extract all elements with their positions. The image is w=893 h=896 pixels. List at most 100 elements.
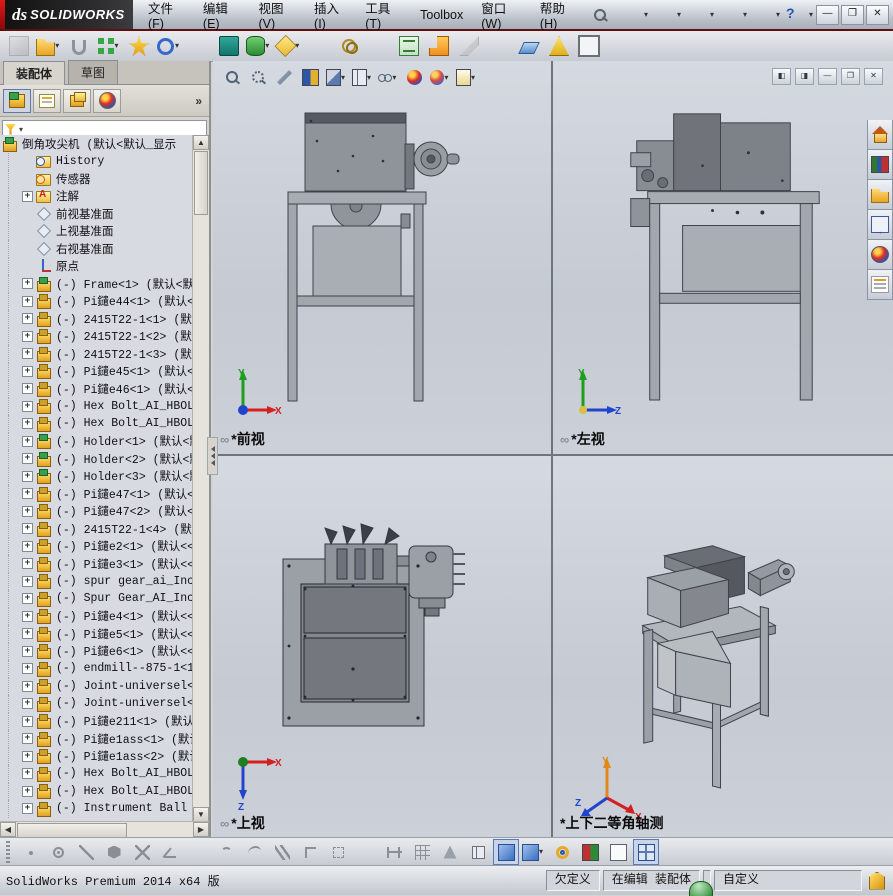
tree-root-item[interactable]: 倒角攻尖机 (默认<默认_显示 [0,135,192,153]
expander-icon[interactable] [22,330,33,342]
corner-rectangle-icon[interactable]: ▾ [297,839,323,865]
show-hidden-components-button[interactable]: ▾ [215,32,243,60]
menu-item[interactable]: 帮助(H) [531,0,587,35]
tree-horizontal-scrollbar[interactable]: ◀ ▶ [0,821,209,838]
appearances-scenes-tab[interactable] [867,240,893,270]
tree-item[interactable]: 传感器 [0,170,192,188]
viewport-front[interactable]: ▾ ▾ ▾ ▾ ▾ Y X ∞ *前视 [213,61,551,454]
smart-dimension-icon[interactable]: ▾ [381,839,407,865]
dropdown-caret-icon[interactable]: ▾ [115,36,122,56]
tree-item[interactable]: (-) Instrument Ball Bea [0,800,192,818]
tree-item[interactable]: (-) Holder<2> (默认<默认 [0,450,192,468]
document-tab[interactable]: 草图 [68,60,119,84]
dropdown-caret-icon[interactable]: ▾ [710,5,717,25]
bill-of-materials-button[interactable]: ▾ [395,32,423,60]
section-view-icon[interactable]: ▾ [325,66,348,89]
sketch-chamfer-icon[interactable]: ▾ [157,839,183,865]
filter-caret-icon[interactable]: ▾ [19,125,23,134]
separator[interactable]: ▾ [185,839,211,865]
tree-vertical-scrollbar[interactable]: ▲ ▼ [192,135,209,822]
shaded-display-icon[interactable]: ▾ [493,839,519,865]
restore-viewport-icon[interactable]: ❐ [841,68,860,85]
expander-icon[interactable] [22,645,33,657]
exploded-view-button[interactable]: ▾ [425,32,453,60]
scroll-right-arrow[interactable]: ▶ [193,822,209,837]
design-library-tab[interactable] [867,150,893,180]
close-viewport-icon[interactable]: ✕ [864,68,883,85]
dock-right-icon[interactable]: ◨ [795,68,814,85]
expander-icon[interactable] [22,418,33,430]
separator[interactable]: ▾ [365,32,393,60]
expander-icon[interactable] [22,470,33,482]
expander-icon[interactable] [22,348,33,360]
scroll-up-arrow[interactable]: ▲ [193,135,209,150]
tree-item[interactable]: 注解 [0,187,192,205]
dropdown-caret-icon[interactable]: ▾ [539,842,546,862]
insert-component-button[interactable]: ▾ [5,32,33,60]
tree-item[interactable]: (-) endmill--875-1<1> ( [0,660,192,678]
tree-item[interactable]: (-) Pi鑓e6<1> (默认<<默 [0,642,192,660]
panel-splitter-handle[interactable] [207,437,218,475]
restore-button[interactable]: ❐ [841,4,864,25]
scroll-left-arrow[interactable]: ◀ [0,822,16,837]
expander-icon[interactable] [22,313,33,325]
mate-button[interactable]: ▾ [65,32,93,60]
tree-item[interactable]: (-) Hex Bolt_AI_HBOLT 0 [0,782,192,800]
expander-icon[interactable] [22,785,33,797]
dropdown-caret-icon[interactable]: ▾ [392,68,399,88]
expander-icon[interactable] [22,190,33,202]
close-button[interactable]: ✕ [866,4,889,25]
grid-snap-icon[interactable]: ▾ [409,839,435,865]
expander-icon[interactable] [22,575,33,587]
dropdown-caret-icon[interactable]: ▾ [677,5,684,25]
tree-item[interactable]: 上视基准面 [0,222,192,240]
parallel-relation-icon[interactable]: ▾ [269,839,295,865]
configurationmanager-tab[interactable] [63,88,91,113]
minimize-button[interactable]: — [816,4,839,25]
take-snapshot-button[interactable]: ▾ [575,32,603,60]
featuremanager-tree-tab[interactable] [3,88,31,113]
tree-item[interactable]: (-) Pi鑓e4<1> (默认<<默 [0,607,192,625]
displaymanager-tab[interactable] [93,88,121,113]
spline-tool-icon[interactable]: ▾ [241,839,267,865]
explode-line-sketch-button[interactable]: ▾ [455,32,483,60]
dropdown-caret-icon[interactable]: ▾ [471,68,477,88]
expander-icon[interactable] [22,680,33,692]
tree-item[interactable]: (-) spur gear_ai_Inch - [0,572,192,590]
circle-tool-icon[interactable]: ▾ [45,839,71,865]
dropdown-caret-icon[interactable]: ▾ [776,5,783,25]
document-tab[interactable]: 装配体 [3,61,66,85]
separator[interactable]: ▾ [305,32,333,60]
expander-icon[interactable] [22,505,33,517]
curvature-display-icon[interactable]: ▾ [549,839,575,865]
instant3d-button[interactable]: ▾ [515,32,543,60]
viewport-layout-icon[interactable]: ▾ [633,839,659,865]
tree-item[interactable]: (-) Spur Gear_AI_Inch - [0,590,192,608]
menu-item[interactable]: Toolbox [411,4,472,26]
magnified-selection-icon[interactable]: ▾ [273,66,296,89]
zoom-fit-icon[interactable]: ▾ [221,66,244,89]
apply-scene-icon[interactable]: ▾ [455,66,478,89]
tree-item[interactable]: (-) Pi鑓e3<1> (默认<<默 [0,555,192,573]
tree-item[interactable]: (-) Pi鑓e1ass<1> (默认< [0,730,192,748]
expander-icon[interactable] [22,383,33,395]
expander-icon[interactable] [22,488,33,500]
dropdown-caret-icon[interactable]: ▾ [809,5,816,25]
expand-panel-chevron[interactable]: » [195,94,206,108]
expander-icon[interactable] [22,593,33,605]
tree-item[interactable]: (-) Pi鑓e47<2> (默认<<默 [0,502,192,520]
new-document-icon[interactable] [620,4,642,26]
viewport-top-view[interactable]: X Z ∞ *上视 [213,456,551,838]
tree-item[interactable]: (-) Pi鑓e45<1> (默认<<默 [0,362,192,380]
tree-item[interactable]: (-) 2415T22-1<1> (默认< [0,310,192,328]
tag-icon[interactable] [869,871,885,890]
expander-icon[interactable] [22,768,33,780]
tree-item[interactable]: 原点 [0,257,192,275]
expander-icon[interactable] [22,435,33,447]
expander-icon[interactable] [22,295,33,307]
expander-icon[interactable] [22,278,33,290]
dropdown-caret-icon[interactable]: ▾ [341,68,347,88]
view-orientation-icon[interactable]: ▾ [351,66,374,89]
scroll-down-arrow[interactable]: ▼ [193,807,209,822]
menu-item[interactable]: 窗口(W) [472,0,531,35]
